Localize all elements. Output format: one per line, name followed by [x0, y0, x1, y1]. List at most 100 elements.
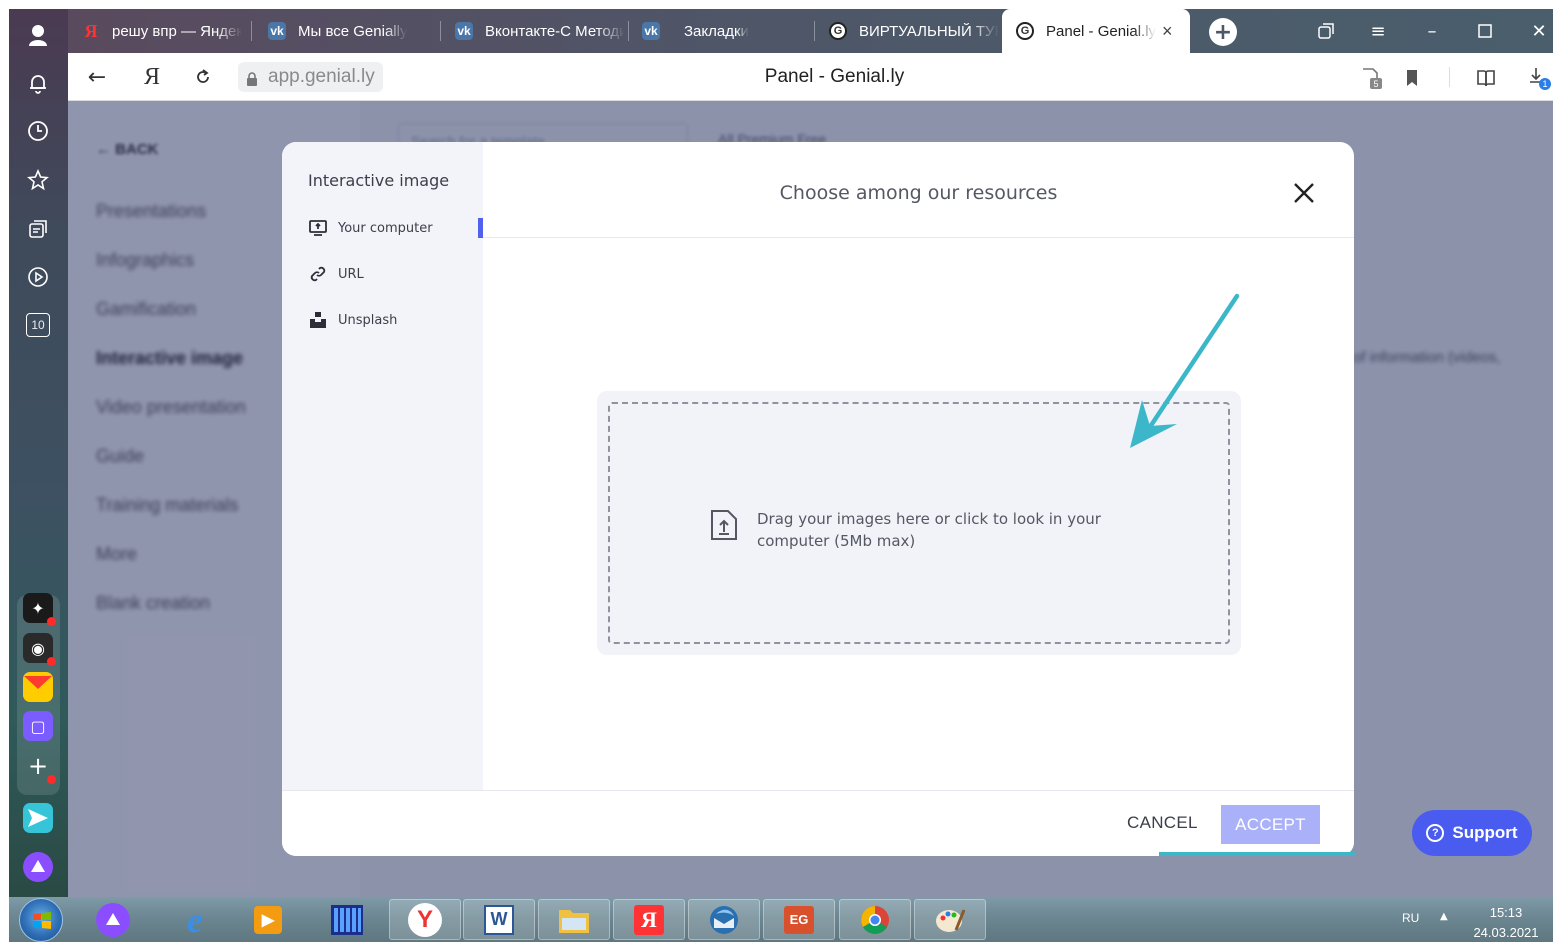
notifications-icon[interactable] [24, 69, 52, 97]
source-label: Your computer [338, 220, 433, 236]
bookmark-icon[interactable] [1399, 65, 1425, 91]
minimize-icon[interactable]: – [1410, 9, 1454, 53]
tab-separator [628, 21, 629, 41]
tab-separator [814, 21, 815, 41]
taskbar-thunderbird[interactable] [688, 899, 760, 940]
taskbar-yandex[interactable]: Я [613, 899, 685, 940]
taskbar-media-player[interactable]: ▶ [232, 899, 304, 940]
close-window-icon[interactable]: ✕ [1517, 9, 1553, 53]
tab-separator [251, 21, 252, 41]
tab-close-icon[interactable]: × [1162, 21, 1173, 42]
tab-separator [440, 21, 441, 41]
adblock-icon[interactable]: 5 [1358, 65, 1384, 91]
address-bar: ← Я app.genial.ly Panel - Genial.ly 5 1 [68, 53, 1553, 101]
modal-footer: CANCEL ACCEPT [282, 790, 1354, 856]
taskbar-paint[interactable] [914, 899, 986, 940]
accept-button[interactable]: ACCEPT [1221, 805, 1320, 844]
alice-app-icon[interactable] [23, 852, 53, 882]
tab-title: Закладки [684, 22, 749, 40]
counter-badge-icon[interactable]: 10 [24, 311, 52, 339]
source-url[interactable]: URL [308, 263, 364, 285]
alice-sparkle-app-icon[interactable]: ✦ [23, 593, 56, 626]
reader-icon[interactable] [1473, 65, 1499, 91]
genially-icon: G [1016, 22, 1034, 40]
cancel-button[interactable]: CANCEL [1127, 813, 1198, 833]
new-tab-button[interactable]: + [1209, 18, 1237, 46]
source-unsplash[interactable]: Unsplash [308, 309, 397, 331]
tab-reshu-vpr[interactable]: Я решу впр — Яндекс [82, 9, 243, 53]
tab-zakladki[interactable]: vk Закладки [642, 9, 812, 53]
yandex-icon: Я [634, 904, 664, 935]
start-button[interactable] [19, 898, 63, 942]
yandex-browser-icon: Y [408, 902, 442, 937]
monitor-upload-icon [308, 218, 328, 238]
help-icon: ? [1426, 824, 1445, 842]
history-icon[interactable] [24, 117, 52, 145]
file-upload-icon [710, 509, 738, 541]
video-icon[interactable] [24, 263, 52, 291]
tab-strip: Я решу впр — Яндекс vk Мы все Genially v… [68, 9, 1553, 53]
tab-title: Вконтакте-С Методи [485, 22, 625, 40]
support-button[interactable]: ? Support [1412, 810, 1532, 856]
maximize-icon[interactable] [1463, 9, 1507, 53]
tab-virtualny-tur[interactable]: G ВИРТУАЛЬНЫЙ ТУР [829, 9, 999, 53]
mail-app-icon[interactable] [23, 672, 53, 702]
taskbar-yandex-browser[interactable]: Y [389, 899, 461, 940]
source-your-computer[interactable]: Your computer [308, 217, 433, 239]
tab-title: Мы все Genially [298, 22, 408, 40]
vk-icon: vk [455, 22, 473, 40]
taskbar-presentation[interactable]: EG [763, 899, 835, 940]
tab-my-vse-genially[interactable]: vk Мы все Genially [268, 9, 438, 53]
profile-icon[interactable] [24, 21, 52, 49]
downloads-icon[interactable]: 1 [1526, 65, 1552, 91]
media-player-icon: ▶ [254, 905, 282, 934]
taskbar-chrome[interactable] [839, 899, 911, 940]
taskbar-ie[interactable]: e [159, 899, 231, 940]
paint-icon [933, 903, 967, 937]
presentation-icon: EG [784, 905, 814, 934]
taskbar-explorer[interactable] [538, 899, 610, 940]
adblock-count: 5 [1373, 79, 1378, 89]
thunderbird-icon [707, 903, 741, 937]
tabs-overview-icon[interactable] [1304, 9, 1348, 53]
clock[interactable]: 15:13 24.03.2021 [1471, 903, 1541, 942]
modal-sidebar-title: Interactive image [308, 171, 450, 190]
taskbar-alice[interactable] [77, 899, 149, 940]
drop-zone-instructions: Drag your images here or click to look i… [757, 510, 1101, 550]
vk-icon: vk [268, 22, 286, 40]
favorites-icon[interactable] [24, 166, 52, 194]
chrome-icon [858, 903, 892, 937]
add-app-icon[interactable]: + [23, 751, 56, 784]
tray-expand-icon[interactable]: ▲ [1440, 911, 1448, 922]
source-label: URL [338, 266, 364, 282]
menu-icon[interactable]: ≡ [1356, 9, 1400, 53]
modal-sidebar: Interactive image Your computer URL Unsp… [282, 142, 483, 790]
word-icon: W [484, 904, 514, 935]
send-app-icon[interactable] [23, 803, 53, 833]
tab-panel-genially[interactable]: G Panel - Genial.ly × [1002, 9, 1190, 53]
browser-side-rail: 10 ✦ ◉ ▢ + [9, 9, 68, 897]
library-icon [330, 903, 364, 937]
collections-icon[interactable] [24, 215, 52, 243]
windows-logo-icon [33, 912, 51, 929]
annotation-arrow-icon [1130, 293, 1240, 448]
tab-vkontakte-metodi[interactable]: vk Вконтакте-С Методи [455, 9, 625, 53]
annotation-underline [1159, 852, 1355, 856]
folder-icon [557, 903, 591, 937]
taskbar-word[interactable]: W [463, 899, 535, 940]
unsplash-icon [308, 310, 328, 330]
vk-icon: vk [642, 22, 660, 40]
link-icon [308, 264, 328, 284]
close-icon[interactable] [1287, 176, 1321, 210]
alice-icon [96, 902, 130, 937]
resource-picker-modal: Interactive image Your computer URL Unsp… [282, 142, 1354, 856]
taskbar-library[interactable] [311, 899, 383, 940]
genially-icon: G [829, 22, 847, 40]
clock-time: 15:13 [1489, 905, 1523, 920]
tab-title: решу впр — Яндекс [112, 22, 242, 40]
downloads-count: 1 [1542, 79, 1547, 89]
messenger-app-icon[interactable]: ▢ [23, 711, 53, 741]
tab-title: Panel - Genial.ly [1046, 22, 1156, 40]
language-indicator[interactable]: RU [1402, 911, 1419, 925]
music-app-icon[interactable]: ◉ [23, 633, 56, 666]
